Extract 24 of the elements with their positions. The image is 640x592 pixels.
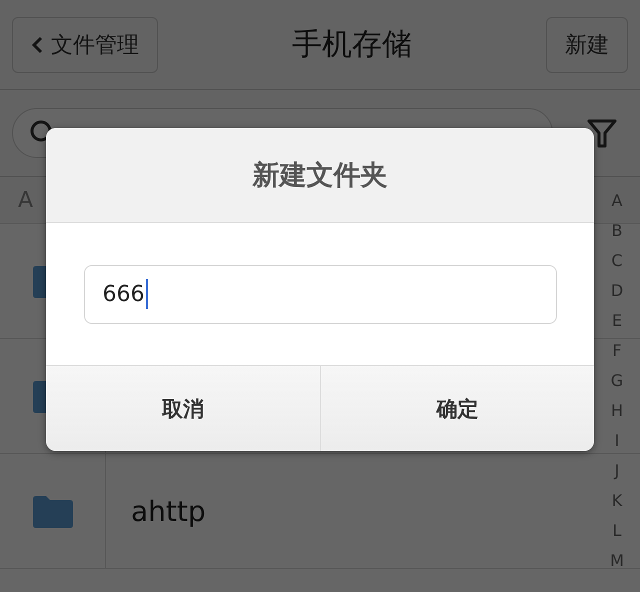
folder-name-field[interactable]: 666 xyxy=(84,264,556,324)
index-letter[interactable]: G xyxy=(610,366,624,396)
index-letter[interactable]: H xyxy=(610,396,624,426)
dialog-title: 新建文件夹 xyxy=(252,159,388,193)
page-title: 手机存储 xyxy=(292,26,412,64)
index-letter[interactable]: B xyxy=(612,216,622,246)
chevron-left-icon xyxy=(31,36,43,54)
new-button[interactable]: 新建 xyxy=(546,16,628,72)
dialog-button[interactable]: 确定 xyxy=(320,366,594,451)
index-letter[interactable]: L xyxy=(612,516,622,546)
index-letter[interactable]: M xyxy=(610,546,624,576)
dialog-button[interactable]: 取消 xyxy=(46,366,320,451)
index-letter[interactable]: E xyxy=(612,306,622,336)
index-letter[interactable]: C xyxy=(611,246,623,276)
index-letter[interactable]: D xyxy=(610,276,624,306)
index-letter[interactable]: K xyxy=(612,486,622,516)
text-cursor xyxy=(146,279,148,309)
index-letter[interactable]: F xyxy=(612,336,622,366)
index-letter[interactable]: I xyxy=(614,426,620,456)
filter-icon[interactable] xyxy=(587,118,617,148)
index-letter[interactable]: A xyxy=(612,186,622,216)
back-button[interactable]: 文件管理 xyxy=(12,16,158,72)
index-letter[interactable]: J xyxy=(614,456,620,486)
folder-name[interactable]: ahttp xyxy=(106,494,206,528)
